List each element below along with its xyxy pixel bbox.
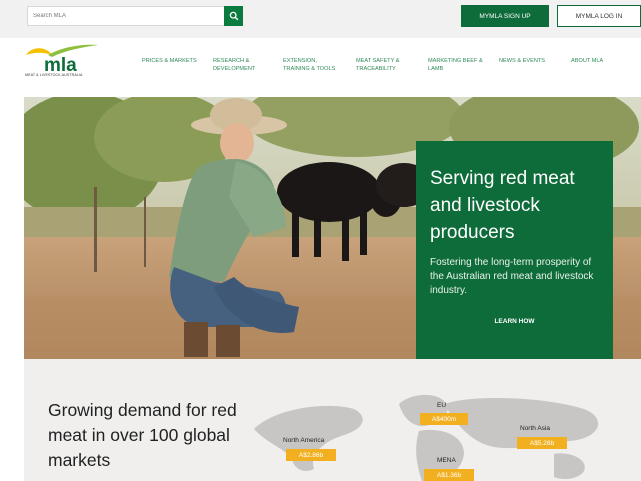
nav-extension-training-tools[interactable]: EXTENSION, TRAINING & TOOLS (283, 57, 335, 73)
learn-how-link[interactable]: LEARN HOW (416, 318, 613, 325)
region-label-north-asia: North Asia (520, 425, 550, 432)
logo-subtitle: MEAT & LIVESTOCK AUSTRALIA (25, 73, 83, 77)
search-icon (229, 11, 238, 21)
nav-meat-safety-traceability[interactable]: MEAT SAFETY & TRACEABILITY (356, 57, 400, 73)
search-button[interactable] (224, 6, 243, 26)
nav-news-events-label: NEWS & EVENTS (499, 58, 546, 64)
nav-research-development-label: RESEARCH & (213, 58, 250, 64)
markets-heading: Growing demand for red meat in over 100 … (48, 400, 237, 470)
nav-extension-training-tools-label-2: TRAINING & TOOLS (283, 66, 336, 72)
hero-title: Serving red meat and livestock producers (430, 168, 575, 243)
hero-subtitle: Fostering the long-term prosperity of th… (430, 257, 594, 296)
region-value-north-america: A$2.86b (286, 449, 336, 461)
region-label-mena: MENA (437, 457, 456, 464)
nav-marketing-beef-lamb[interactable]: MARKETING BEEF & LAMB (428, 57, 483, 73)
nav-meat-safety-traceability-label: MEAT SAFETY & (356, 58, 400, 64)
nav-extension-training-tools-label: EXTENSION, (283, 58, 317, 64)
nav-research-development-label-2: DEVELOPMENT (213, 66, 256, 72)
nav-research-development[interactable]: RESEARCH & DEVELOPMENT (213, 57, 255, 73)
region-value-eu: A$400m (420, 413, 468, 425)
nav-news-events[interactable]: NEWS & EVENTS (499, 57, 545, 65)
nav-marketing-beef-lamb-label-2: LAMB (428, 66, 444, 72)
region-value-north-asia: A$5.28b (517, 437, 567, 449)
nav-about-mla[interactable]: ABOUT MLA (571, 57, 603, 65)
nav-about-mla-label: ABOUT MLA (571, 58, 604, 64)
nav-prices-markets-label: PRICES & MARKETS (142, 58, 197, 64)
nav-meat-safety-traceability-label-2: TRACEABILITY (356, 66, 396, 72)
mymla-signup-button[interactable]: MYMLA SIGN UP (461, 5, 549, 27)
search-box (27, 6, 243, 26)
hero-card: Serving red meat and livestock producers… (416, 141, 613, 375)
nav-marketing-beef-lamb-label: MARKETING BEEF & (428, 58, 483, 64)
region-value-mena: A$1.36b (424, 469, 474, 481)
mymla-login-button[interactable]: MYMLA LOG IN (557, 5, 641, 27)
region-label-eu: EU (437, 402, 447, 409)
region-label-north-america: North America (283, 437, 325, 444)
search-input[interactable] (28, 7, 224, 25)
nav-prices-markets[interactable]: PRICES & MARKETS (142, 57, 197, 65)
